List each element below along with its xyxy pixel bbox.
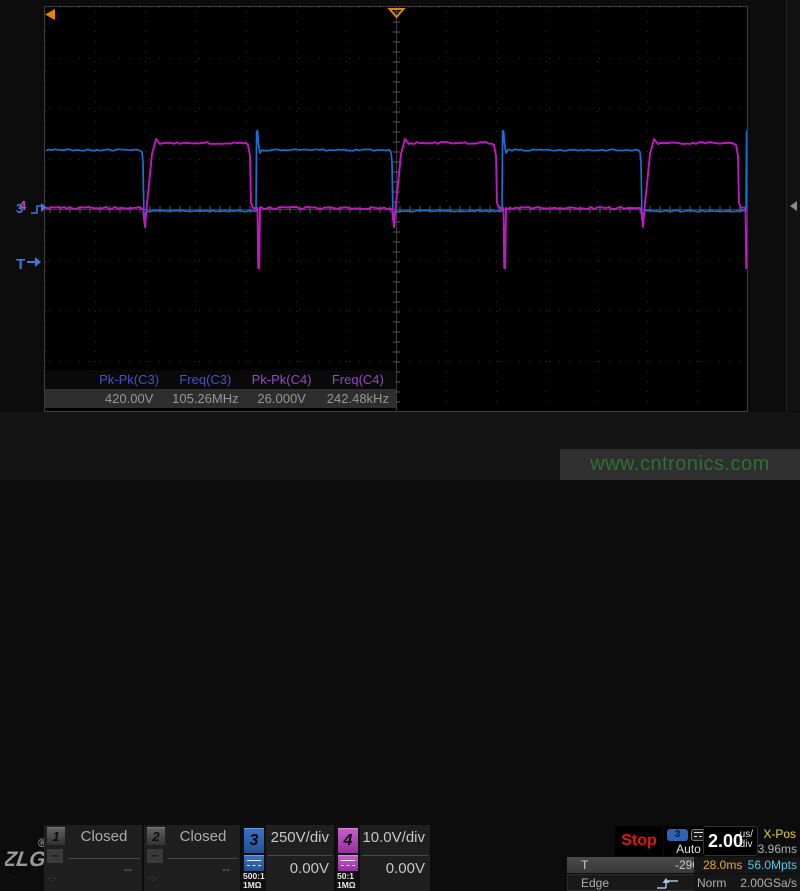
meas-label-freq-c3: Freq(C3)	[167, 372, 243, 387]
meas-value-freq-c4: 242.48kHz	[320, 391, 396, 406]
divider	[362, 855, 428, 856]
channel-3-offset: 0.00V	[268, 860, 329, 877]
measurement-bar: Pk-Pk(C3) Freq(C3) Pk-Pk(C4) Freq(C4) 42…	[45, 370, 396, 408]
channel-1-subdash: -:-	[48, 873, 57, 883]
channel-1-status: Closed	[70, 828, 138, 845]
corner-mark: -:-	[4, 872, 16, 882]
trigger-type: Edge	[581, 876, 609, 890]
channel-4-probe-info: 50:11MΩ	[337, 872, 356, 890]
channel-4-badge[interactable]: 4	[338, 828, 358, 853]
position-step-arrow-icon	[29, 200, 49, 217]
channel-1-badge[interactable]: 1	[47, 827, 65, 845]
meas-value-pkpk-c4: 26.000V	[244, 391, 320, 406]
channel-3-coupling-icon[interactable]	[244, 855, 264, 871]
timebase-box[interactable]: 2.00 us/div	[703, 826, 758, 856]
divider	[68, 858, 140, 859]
left-pointer-icon[interactable]	[790, 201, 797, 211]
channel-3-badge[interactable]: 3	[244, 828, 264, 853]
meas-value-freq-c3: 105.26MHz	[167, 391, 243, 406]
measurement-labels-row: Pk-Pk(C3) Freq(C3) Pk-Pk(C4) Freq(C4)	[45, 370, 396, 389]
meas-value-pkpk-c3: 420.00V	[45, 391, 167, 406]
divider	[268, 855, 332, 856]
sample-rate: 2.00GSa/s	[740, 876, 797, 890]
channel-2-minus-box[interactable]: –	[147, 849, 163, 863]
channel-2-subdash: -:-	[148, 873, 157, 883]
waveform-grid-and-traces	[45, 7, 747, 411]
xpos-value: 3.96ms	[758, 842, 797, 856]
window-length: 28.0ms	[703, 858, 742, 872]
watermark-box: www.cntronics.com	[560, 449, 800, 480]
sample-rate-row: Norm 2.00GSa/s	[694, 874, 800, 891]
waveform-display: Pk-Pk(C3) Freq(C3) Pk-Pk(C4) Freq(C4) 42…	[44, 6, 748, 412]
channel-3-scale: 250V/div	[268, 829, 329, 846]
timebase-unit: us/div	[740, 830, 753, 850]
rising-edge-icon	[654, 877, 682, 891]
channel-4-scale: 10.0V/div	[362, 829, 425, 846]
watermark-text: www.cntronics.com	[590, 453, 770, 476]
channel-position-markers[interactable]: 4 3	[16, 198, 48, 218]
measurement-values-row: 420.00V 105.26MHz 26.000V 242.48kHz	[45, 389, 396, 408]
channel-2-badge[interactable]: 2	[147, 827, 165, 845]
acquisition-window-row: 28.0ms 56.0Mpts	[694, 857, 800, 873]
timebase-scale: 2.00	[708, 831, 743, 852]
channel-3-badge-column: 3 500:11MΩ	[242, 825, 266, 891]
channel-4-offset: 0.00V	[362, 860, 425, 877]
meas-label-pkpk-c3: Pk-Pk(C3)	[45, 372, 167, 387]
memory-depth: 56.0Mpts	[748, 858, 797, 872]
channel-2-block[interactable]: 2 Closed – -- -:-	[144, 825, 240, 891]
channel-1-dash: --	[124, 862, 132, 876]
svg-text:ZLG: ZLG	[5, 848, 47, 871]
channel-2-status: Closed	[170, 828, 236, 845]
channel-3-block[interactable]: 3 500:11MΩ 250V/div 0.00V	[242, 825, 334, 891]
left-edge-trigger-marker	[45, 9, 55, 20]
channel-1-minus-box[interactable]: –	[47, 849, 63, 863]
channel-3-probe-info: 500:11MΩ	[243, 872, 265, 890]
channel-4-coupling-icon[interactable]	[338, 855, 358, 871]
trigger-level-row-label: T	[581, 858, 588, 872]
xpos-box[interactable]: X-Pos 3.96ms	[756, 826, 798, 856]
oscilloscope-screen: Pk-Pk(C3) Freq(C3) Pk-Pk(C4) Freq(C4) 42…	[0, 0, 800, 480]
xpos-label: X-Pos	[763, 827, 796, 841]
meas-label-pkpk-c4: Pk-Pk(C4)	[244, 372, 320, 387]
channel-2-dash: --	[222, 862, 230, 876]
right-side-strip	[786, 0, 800, 411]
right-arrow-icon	[27, 256, 42, 268]
channel-4-badge-column: 4 50:11MΩ	[336, 825, 360, 891]
trigger-level-marker[interactable]: T	[16, 256, 42, 273]
divider	[168, 858, 238, 859]
run-state-button[interactable]: Stop	[615, 826, 663, 856]
acquisition-mode: Norm	[697, 876, 726, 890]
channel-1-block[interactable]: 1 Closed – -- -:-	[44, 825, 142, 891]
trigger-level-row[interactable]: T -290V	[567, 857, 713, 873]
trigger-level-label: T	[16, 256, 25, 273]
channel-3-position-marker[interactable]: 3	[16, 201, 23, 216]
meas-label-freq-c4: Freq(C4)	[320, 372, 396, 387]
channel-4-block[interactable]: 4 50:11MΩ 10.0V/div 0.00V	[336, 825, 430, 891]
trigger-type-row[interactable]: Edge	[567, 874, 713, 891]
trigger-source-badge[interactable]: 3	[667, 829, 688, 841]
